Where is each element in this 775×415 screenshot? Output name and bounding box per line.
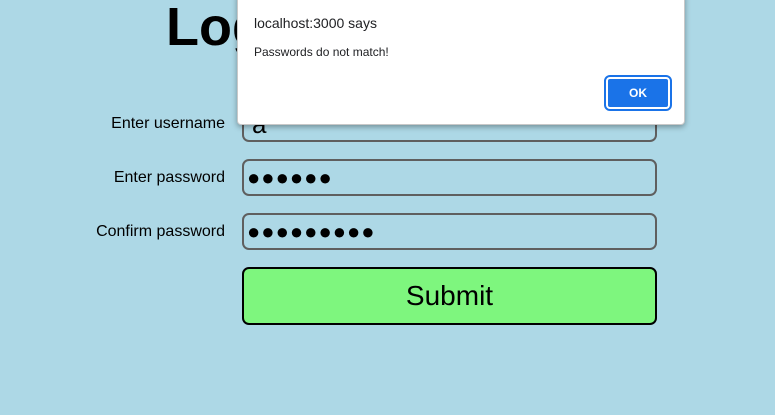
username-label: Enter username (111, 115, 225, 132)
confirm-password-input[interactable] (242, 213, 657, 250)
alert-ok-button[interactable]: OK (604, 75, 672, 111)
password-label: Enter password (113, 169, 225, 186)
password-input[interactable] (242, 159, 657, 196)
alert-message: Passwords do not match! (254, 45, 389, 59)
confirm-password-label: Confirm password (96, 223, 225, 240)
submit-button[interactable]: Submit (242, 267, 657, 325)
confirm-password-row: Confirm password (0, 213, 775, 251)
password-row: Enter password (0, 159, 775, 197)
alert-origin: localhost:3000 says (254, 15, 377, 31)
alert-dialog: localhost:3000 says Passwords do not mat… (237, 0, 685, 125)
